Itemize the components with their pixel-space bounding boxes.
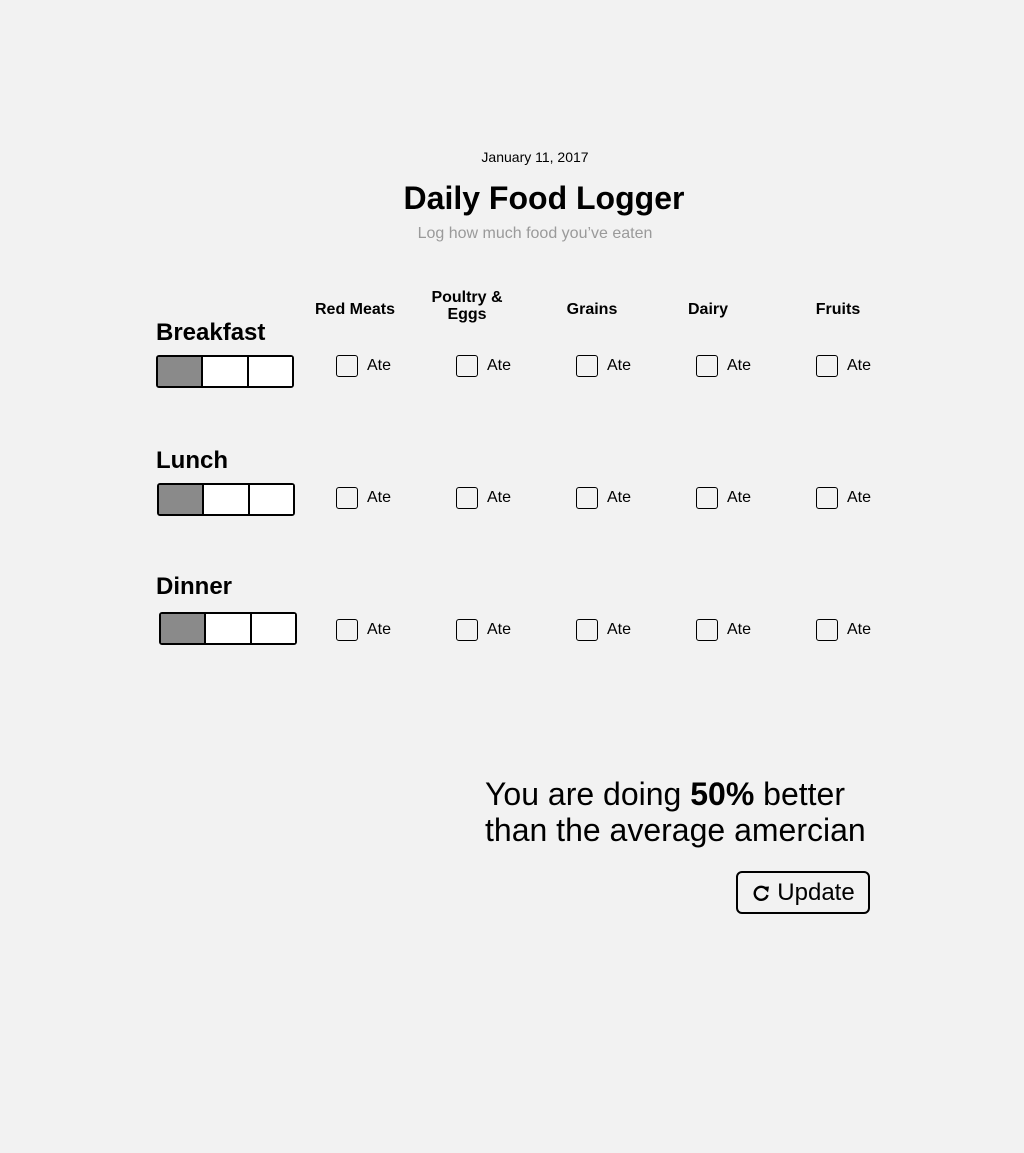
checkbox[interactable] xyxy=(576,487,598,509)
portion-segment[interactable] xyxy=(202,485,248,514)
ate-checkbox-lunch-grains[interactable]: Ate xyxy=(576,487,631,509)
ate-checkbox-dinner-dairy[interactable]: Ate xyxy=(696,619,751,641)
checkbox[interactable] xyxy=(456,619,478,641)
ate-checkbox-breakfast-grains[interactable]: Ate xyxy=(576,355,631,377)
page-subtitle: Log how much food you’ve eaten xyxy=(417,225,653,242)
ate-label: Ate xyxy=(487,357,512,374)
checkbox[interactable] xyxy=(816,487,838,509)
checkbox[interactable] xyxy=(456,487,478,509)
portion-selector-dinner[interactable] xyxy=(159,612,297,645)
ate-label: Ate xyxy=(607,489,632,506)
checkbox[interactable] xyxy=(576,619,598,641)
portion-selector-lunch[interactable] xyxy=(157,483,295,516)
summary-prefix: You are doing xyxy=(485,776,691,812)
ate-checkbox-breakfast-red-meats[interactable]: Ate xyxy=(336,355,391,377)
checkbox[interactable] xyxy=(336,487,358,509)
ate-checkbox-dinner-grains[interactable]: Ate xyxy=(576,619,631,641)
page-title: Daily Food Logger xyxy=(403,180,685,216)
summary-message: You are doing 50% better than the averag… xyxy=(485,776,905,848)
portion-segment[interactable] xyxy=(158,357,202,386)
checkbox[interactable] xyxy=(696,619,718,641)
portion-segment[interactable] xyxy=(246,357,292,386)
update-button-label: Update xyxy=(777,878,855,906)
meal-label-dinner: Dinner xyxy=(156,573,233,600)
portion-segment[interactable] xyxy=(247,485,293,514)
ate-checkbox-lunch-red-meats[interactable]: Ate xyxy=(336,487,391,509)
checkbox[interactable] xyxy=(816,619,838,641)
ate-checkbox-breakfast-poultry-eggs[interactable]: Ate xyxy=(456,355,511,377)
checkbox[interactable] xyxy=(696,487,718,509)
ate-label: Ate xyxy=(847,489,872,506)
ate-label: Ate xyxy=(847,621,872,638)
ate-checkbox-breakfast-fruits[interactable]: Ate xyxy=(816,355,871,377)
ate-label: Ate xyxy=(487,489,512,506)
date-label: January 11, 2017 xyxy=(481,149,589,165)
portion-segment[interactable] xyxy=(204,614,250,643)
column-header-poultry-eggs-label: Poultry & Eggs xyxy=(431,289,503,323)
checkbox[interactable] xyxy=(456,355,478,377)
checkbox[interactable] xyxy=(816,355,838,377)
column-header-red-meats: Red Meats xyxy=(314,301,396,318)
ate-checkbox-dinner-poultry-eggs[interactable]: Ate xyxy=(456,619,511,641)
column-header-grains: Grains xyxy=(566,301,618,318)
column-header-fruits: Fruits xyxy=(815,301,861,318)
ate-label: Ate xyxy=(487,621,512,638)
ate-checkbox-breakfast-dairy[interactable]: Ate xyxy=(696,355,751,377)
checkbox[interactable] xyxy=(576,355,598,377)
checkbox[interactable] xyxy=(696,355,718,377)
column-header-dairy: Dairy xyxy=(687,301,729,318)
portion-segment[interactable] xyxy=(201,357,247,386)
checkbox[interactable] xyxy=(336,355,358,377)
ate-label: Ate xyxy=(727,357,752,374)
ate-checkbox-lunch-fruits[interactable]: Ate xyxy=(816,487,871,509)
summary-percent: 50% xyxy=(690,776,755,812)
meal-label-lunch: Lunch xyxy=(156,447,228,474)
ate-label: Ate xyxy=(607,621,632,638)
checkbox[interactable] xyxy=(336,619,358,641)
ate-label: Ate xyxy=(367,357,392,374)
portion-segment[interactable] xyxy=(159,485,203,514)
portion-selector-breakfast[interactable] xyxy=(156,355,294,388)
meal-label-breakfast: Breakfast xyxy=(156,319,266,346)
ate-label: Ate xyxy=(367,621,392,638)
refresh-icon xyxy=(753,885,770,901)
ate-checkbox-lunch-dairy[interactable]: Ate xyxy=(696,487,751,509)
portion-segment[interactable] xyxy=(161,614,205,643)
ate-checkbox-dinner-red-meats[interactable]: Ate xyxy=(336,619,391,641)
update-button[interactable]: Update xyxy=(736,871,870,914)
ate-checkbox-dinner-fruits[interactable]: Ate xyxy=(816,619,871,641)
ate-checkbox-lunch-poultry-eggs[interactable]: Ate xyxy=(456,487,511,509)
ate-label: Ate xyxy=(367,489,392,506)
column-header-poultry-eggs: Poultry & Eggs xyxy=(417,289,517,323)
ate-label: Ate xyxy=(847,357,872,374)
ate-label: Ate xyxy=(727,489,752,506)
ate-label: Ate xyxy=(607,357,632,374)
ate-label: Ate xyxy=(727,621,752,638)
portion-segment[interactable] xyxy=(249,614,295,643)
